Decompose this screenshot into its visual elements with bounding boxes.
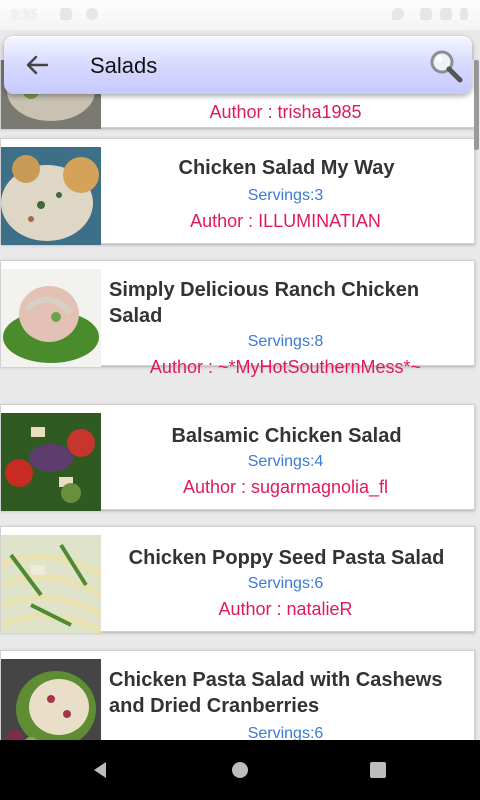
recipe-servings: Servings:4 — [247, 453, 324, 470]
recipe-card[interactable]: Chicken Pasta Salad with Cashews and Dri… — [0, 650, 475, 740]
page-title: Salads — [90, 53, 158, 78]
triangle-back-icon — [94, 762, 106, 778]
back-button[interactable] — [22, 50, 52, 80]
nav-back-button[interactable] — [90, 760, 110, 785]
recipe-thumbnail — [1, 147, 101, 245]
recipe-info: Chicken Pasta Salad with Cashews and Dri… — [103, 651, 468, 740]
battery-icon — [460, 8, 468, 20]
recipe-name: Chicken Salad My Way — [178, 157, 395, 179]
location-icon — [392, 8, 404, 20]
recipe-servings: Servings:8 — [247, 333, 324, 350]
recipe-info: Chicken Poppy Seed Pasta Salad Servings:… — [103, 527, 468, 631]
signal-icon — [440, 8, 452, 20]
app-bar: Salads — [4, 36, 472, 94]
recipe-author: Author : ILLUMINATIAN — [190, 211, 381, 231]
recipe-name: Simply Delicious Ranch Chicken Salad — [109, 279, 420, 327]
nav-recents-button[interactable] — [368, 760, 388, 785]
recipe-card[interactable]: Chicken Salad My Way Servings:3 Author :… — [0, 138, 475, 245]
recipe-servings: Servings:3 — [247, 187, 324, 204]
arrow-left-icon — [26, 55, 49, 75]
recipe-author: Author : natalieR — [218, 599, 353, 619]
recipe-card[interactable]: Balsamic Chicken Salad Servings:4 Author… — [0, 404, 475, 511]
navigation-bar — [0, 740, 480, 800]
recipe-author: Author : trisha1985 — [209, 102, 362, 122]
recipe-name: Chicken Pasta Salad with Cashews and Dri… — [109, 669, 443, 717]
nav-home-button[interactable] — [230, 760, 250, 785]
recipe-author: Author : sugarmagnolia_fl — [182, 477, 389, 497]
recipe-thumbnail — [1, 535, 101, 633]
recipe-info: Simply Delicious Ranch Chicken Salad Ser… — [103, 261, 468, 377]
recipe-name: Chicken Poppy Seed Pasta Salad — [128, 547, 445, 569]
recipe-card[interactable]: Chicken Poppy Seed Pasta Salad Servings:… — [0, 526, 475, 633]
recipe-thumbnail — [1, 269, 101, 367]
recipe-servings: Servings:6 — [247, 725, 324, 740]
search-button[interactable] — [428, 48, 464, 84]
recipe-info: Chicken Salad My Way Servings:3 Author :… — [103, 139, 468, 243]
status-time: 3:35 — [10, 6, 38, 22]
sync-icon — [86, 8, 98, 20]
magnifier-icon — [430, 50, 463, 83]
square-recents-icon — [370, 762, 386, 778]
recipe-servings: Servings:6 — [247, 575, 324, 592]
notification-icon — [60, 8, 72, 20]
recipe-thumbnail — [1, 413, 101, 511]
recipe-name: Balsamic Chicken Salad — [171, 425, 402, 447]
scrollbar-thumb[interactable] — [474, 60, 479, 150]
recipe-info: Balsamic Chicken Salad Servings:4 Author… — [103, 405, 468, 509]
wifi-icon — [420, 8, 432, 20]
status-bar: 3:35 — [0, 0, 480, 30]
recipe-author: Author : ~*MyHotSouthernMess*~ — [149, 357, 422, 377]
circle-home-icon — [232, 762, 248, 778]
recipe-card[interactable]: Simply Delicious Ranch Chicken Salad Ser… — [0, 260, 475, 377]
recipe-thumbnail — [1, 659, 101, 740]
recipe-list[interactable]: Author : trisha1985 Chicken Salad My Way… — [0, 60, 480, 740]
